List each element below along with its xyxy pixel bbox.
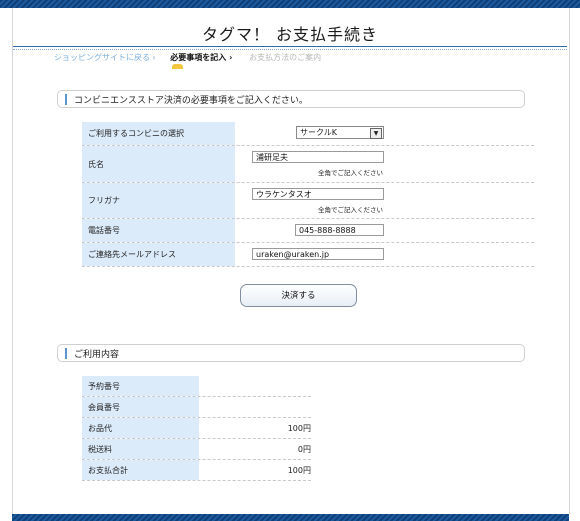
table-row: お支払合計 100円 [82,460,311,481]
top-border-bar [0,0,580,8]
total-payment-value: 100円 [287,465,311,475]
name-note: 全角でご記入ください [318,169,383,177]
page-title: タグマ！ お支払手続き [201,25,379,44]
table-row: 税送料 0円 [82,439,311,460]
breadcrumb: ショッピングサイトに戻る ‹ 必要事項を記入 › お支払方法のご案内 [54,52,322,69]
breadcrumb-current-step: 必要事項を記入 › [170,53,235,69]
title-divider-dotted [13,49,567,50]
name-input[interactable]: 浦研足夫 [252,151,384,163]
bottom-border-bar [12,514,569,521]
table-row: お品代 100円 [82,418,311,439]
kana-input[interactable]: ウラケンタスオ [252,188,384,200]
tax-shipping-value: 0円 [297,444,311,454]
total-payment-label: お支払合計 [82,460,199,480]
reservation-number-label: 予約番号 [82,376,199,396]
name-label: 氏名 [82,146,235,182]
table-row: 予約番号 [82,376,311,397]
form-section-heading: コンビニエンスストア決済の必要事項をご記入ください。 [57,90,525,108]
breadcrumb-current-label: 必要事項を記入 › [170,53,233,62]
chevron-down-icon[interactable]: ▼ [370,128,382,139]
table-row: 会員番号 [82,397,311,418]
title-divider [13,46,567,47]
member-number-label: 会員番号 [82,397,199,417]
submit-payment-button[interactable]: 決済する [240,284,357,307]
back-to-shop-link[interactable]: ショッピングサイトに戻る ‹ [54,53,156,62]
section-bar-icon [65,348,67,359]
item-price-value: 100円 [287,423,311,433]
usage-section-heading: ご利用内容 [57,344,525,362]
phone-label: 電話番号 [82,219,235,242]
breadcrumb-next-step: お支払方法のご案内 [249,53,322,62]
section-bar-icon [65,94,67,105]
store-select-label: ご利用するコンビニの選択 [82,122,235,145]
usage-section-title: ご利用内容 [74,350,120,360]
store-select[interactable]: サークルK ▼ [296,126,384,139]
form-section-title: コンビニエンスストア決済の必要事項をご記入ください。 [74,96,308,106]
store-select-value: サークルK [300,128,338,137]
tax-shipping-label: 税送料 [82,439,199,459]
current-step-marker-icon [172,64,184,69]
phone-input[interactable]: 045-888-8888 [295,224,384,236]
kana-label: フリガナ [82,183,235,218]
kana-note: 全角でご記入ください [318,206,383,214]
email-input[interactable]: uraken@uraken.jp [252,248,384,260]
email-label: ご連絡先メールアドレス [82,243,235,266]
item-price-label: お品代 [82,418,199,438]
